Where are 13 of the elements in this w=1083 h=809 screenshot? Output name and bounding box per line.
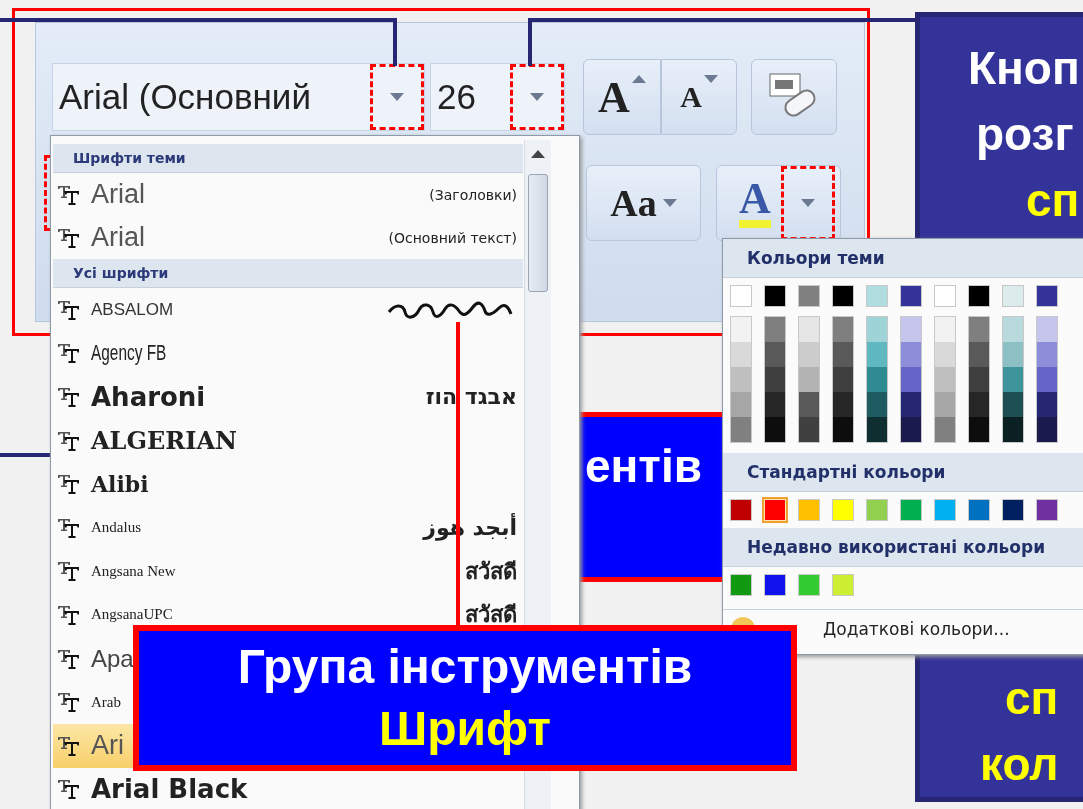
section-header: Недавно використані кольори: [723, 528, 1083, 567]
section-header: Шрифти теми: [53, 144, 523, 173]
callout-text: Група інструментів: [237, 639, 693, 695]
callout-text: ентів: [585, 439, 703, 493]
callout-text: сп: [1005, 671, 1060, 726]
section-header: Стандартні кольори: [723, 453, 1083, 492]
section-header: Усі шрифти: [53, 259, 523, 288]
callout-text: кол: [980, 737, 1060, 792]
callout-text: Шрифт: [379, 701, 551, 757]
callout-text: Кноп: [968, 41, 1081, 96]
section-header: Кольори теми: [723, 239, 1083, 278]
callout-text: розг: [976, 107, 1075, 162]
callout-text: сп: [1026, 173, 1081, 228]
